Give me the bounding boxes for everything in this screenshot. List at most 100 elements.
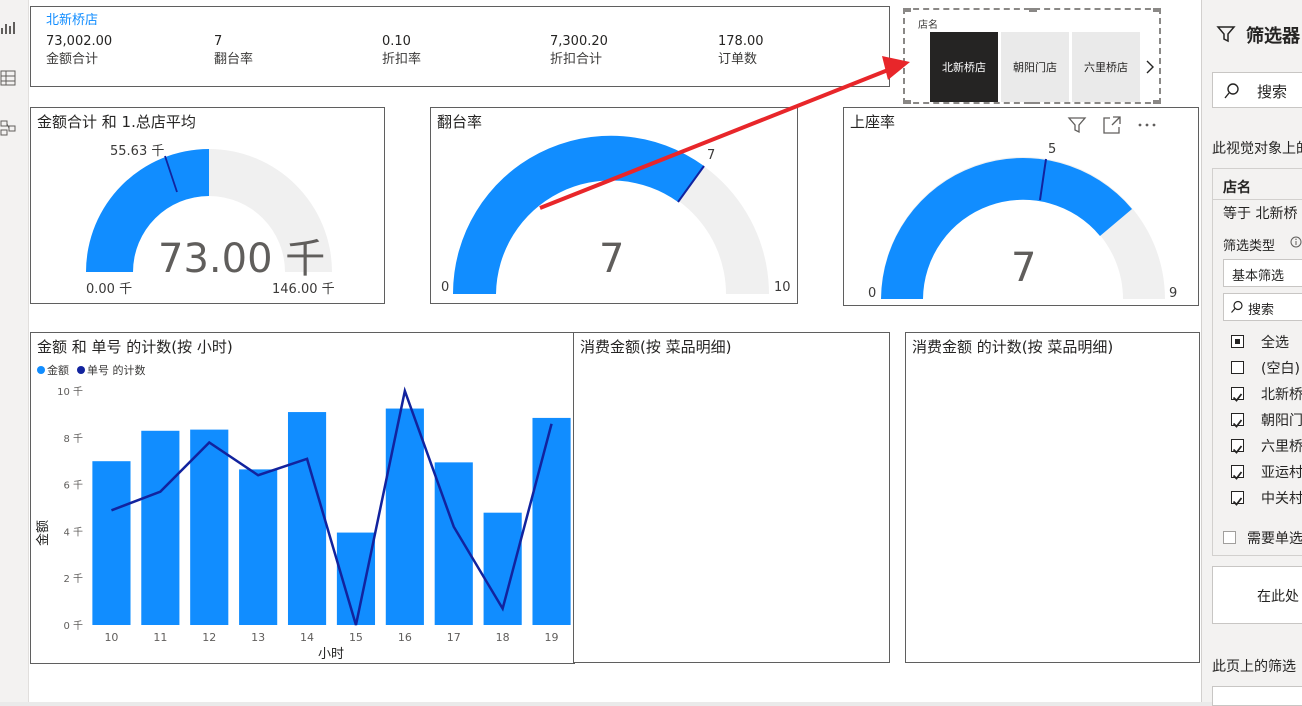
- bar-amount: [287, 412, 327, 625]
- bar-amount: [92, 461, 131, 625]
- filter-pane: 筛选器 搜索 此视觉对象上的 店名 等于 北新桥 筛选类型 基本筛选 搜索 全选…: [1201, 0, 1302, 706]
- x-axis-title: 小时: [318, 647, 344, 662]
- y-tick-label: 0 千: [63, 620, 83, 632]
- gauge-value-label: 7: [1011, 245, 1037, 291]
- filter-item-checkbox[interactable]: [1231, 465, 1244, 480]
- require-single-checkbox[interactable]: [1223, 531, 1236, 544]
- page-filter-card[interactable]: [1212, 686, 1302, 706]
- filter-item-label: 中关村: [1261, 491, 1302, 507]
- y-tick-label: 2 千: [63, 573, 83, 585]
- filter-card-store[interactable]: 店名 等于 北新桥 筛选类型 基本筛选 搜索 全选 (空白) 北新桥 朝阳门 六里桥 亚运…: [1212, 168, 1302, 556]
- legend-item-count: 单号 的计数: [87, 363, 146, 377]
- filter-item-label: 北新桥: [1261, 387, 1302, 403]
- gauge-amount-visual[interactable]: 金额合计 和 1.总店平均 73.00 千 55.63 千 0.00 千 146…: [30, 107, 385, 304]
- filter-item-checkbox[interactable]: [1231, 413, 1244, 428]
- kpi-label: 订单数: [718, 52, 758, 67]
- slicer-tile-chaoyangmen[interactable]: 朝阳门店: [1001, 32, 1069, 102]
- kpi-value: 178.00: [718, 34, 764, 49]
- legend-marker-count: [77, 366, 85, 374]
- filter-item-checkbox[interactable]: [1231, 439, 1244, 454]
- kpi-turnover-rate: 7 翻台率: [214, 33, 253, 69]
- page-filters-heading: 此页上的筛选: [1212, 659, 1296, 675]
- chevron-right-icon[interactable]: [1145, 60, 1155, 74]
- visual-filters-heading: 此视觉对象上的: [1212, 141, 1302, 157]
- kpi-label: 金额合计: [46, 52, 99, 67]
- slicer-tile-liuliqiao[interactable]: 六里桥店: [1072, 32, 1140, 102]
- x-tick-label: 12: [202, 631, 216, 644]
- x-tick-label: 17: [447, 631, 461, 644]
- visual-title: 消费金额 的计数(按 菜品明细): [912, 338, 1114, 356]
- filter-item-label: 亚运村: [1261, 465, 1302, 481]
- filter-type-label: 筛选类型: [1223, 239, 1276, 254]
- model-view-icon[interactable]: [0, 120, 16, 136]
- gauge-max-label: 10: [774, 280, 791, 295]
- kpi-label: 折扣合计: [550, 52, 603, 67]
- y-axis-title: 金额: [35, 520, 51, 546]
- add-data-fields-dropzone[interactable]: 在此处: [1212, 566, 1302, 624]
- slicer-tile-beixinqiao[interactable]: 北新桥店: [930, 32, 998, 102]
- combo-chart: 金额 单号 的计数 金额 小时 0 千 2 千 4 千 6 千 8 千 10 千 10 11 1…: [35, 363, 571, 662]
- kpi-value: 73,002.00: [46, 34, 113, 49]
- bar-amount: [385, 408, 424, 625]
- gauge-value-label: 7: [599, 236, 625, 282]
- x-tick-label: 19: [545, 631, 559, 644]
- combo-chart-visual[interactable]: 金额 和 单号 的计数(按 小时) 金额 单号 的计数 金额 小时 0 千2 千…: [30, 332, 575, 664]
- y-tick-label: 4 千: [63, 526, 83, 538]
- filter-value-search-placeholder: 搜索: [1248, 303, 1275, 318]
- filter-item-label: 全选: [1261, 335, 1289, 351]
- menu-count-visual[interactable]: 消费金额 的计数(按 菜品明细): [905, 332, 1200, 663]
- gauge-max-label: 9: [1169, 286, 1178, 301]
- gauge-min-label: 0: [441, 280, 450, 295]
- y-tick-label: 10 千: [57, 386, 83, 398]
- filter-item-label: (空白): [1261, 361, 1300, 377]
- filter-icon: [1216, 26, 1236, 43]
- filter-item-checkbox[interactable]: [1231, 361, 1244, 374]
- filter-item-checkbox[interactable]: [1231, 491, 1244, 506]
- bar-amount: [532, 417, 571, 625]
- x-tick-label: 18: [496, 631, 510, 644]
- bar-amount: [141, 430, 180, 625]
- menu-amount-visual[interactable]: 消费金额(按 菜品明细): [573, 332, 890, 663]
- filter-condition: 等于 北新桥: [1223, 206, 1298, 222]
- store-slicer[interactable]: 店名 北新桥店 朝阳门店 六里桥店: [903, 8, 1161, 104]
- kpi-label: 折扣率: [382, 52, 422, 67]
- gauge-min-label: 0.00 千: [86, 282, 133, 297]
- x-tick-label: 16: [398, 631, 412, 644]
- gauge-value-label: 73.00 千: [158, 236, 326, 282]
- filter-search-input[interactable]: 搜索: [1212, 72, 1302, 108]
- add-here-label: 在此处: [1257, 589, 1299, 605]
- legend-item-amount: 金额: [47, 363, 69, 377]
- require-single-label: 需要单选: [1247, 531, 1302, 547]
- slicer-title: 店名: [918, 20, 938, 31]
- report-view-icon[interactable]: [0, 20, 16, 36]
- bar-amount: [239, 469, 278, 625]
- filter-field-name: 店名: [1223, 180, 1251, 196]
- x-tick-label: 15: [349, 631, 363, 644]
- filter-pane-title: 筛选器: [1246, 26, 1300, 47]
- gauge-max-label: 146.00 千: [272, 282, 335, 297]
- gauge-min-label: 0: [868, 286, 877, 301]
- kpi-value: 7: [214, 34, 223, 49]
- left-nav-bar: [0, 0, 29, 702]
- gauge-target-label: 7: [707, 148, 716, 163]
- kpi-value: 7,300.20: [550, 34, 608, 49]
- kpi-total-amount: 73,002.00 金额合计: [46, 33, 112, 69]
- gauge-occupancy-visual[interactable]: 上座率 7 5 0 9: [843, 107, 1199, 306]
- info-icon[interactable]: [1290, 236, 1302, 248]
- filter-item-label: 朝阳门: [1261, 413, 1302, 429]
- data-view-icon[interactable]: [0, 70, 16, 86]
- filter-type-value: 基本筛选: [1232, 269, 1285, 284]
- filter-value-search[interactable]: 搜索: [1223, 293, 1302, 321]
- gauge-turnover-visual[interactable]: 翻台率 7 7 0 10: [430, 107, 798, 304]
- filter-item-checkbox[interactable]: [1231, 335, 1244, 348]
- filter-type-dropdown[interactable]: 基本筛选: [1223, 259, 1302, 287]
- filter-item-checkbox[interactable]: [1231, 387, 1244, 402]
- y-tick-label: 8 千: [63, 433, 83, 445]
- card-store-name: 北新桥店: [46, 13, 99, 28]
- kpi-card-visual[interactable]: 北新桥店 73,002.00 金额合计 7 翻台率 0.10 折扣率 7,300…: [30, 6, 890, 87]
- x-tick-label: 10: [104, 631, 118, 644]
- kpi-discount-rate: 0.10 折扣率: [382, 33, 421, 69]
- gauge-target-label: 55.63 千: [110, 144, 165, 159]
- kpi-order-count: 178.00 订单数: [718, 33, 764, 69]
- kpi-label: 翻台率: [214, 52, 254, 67]
